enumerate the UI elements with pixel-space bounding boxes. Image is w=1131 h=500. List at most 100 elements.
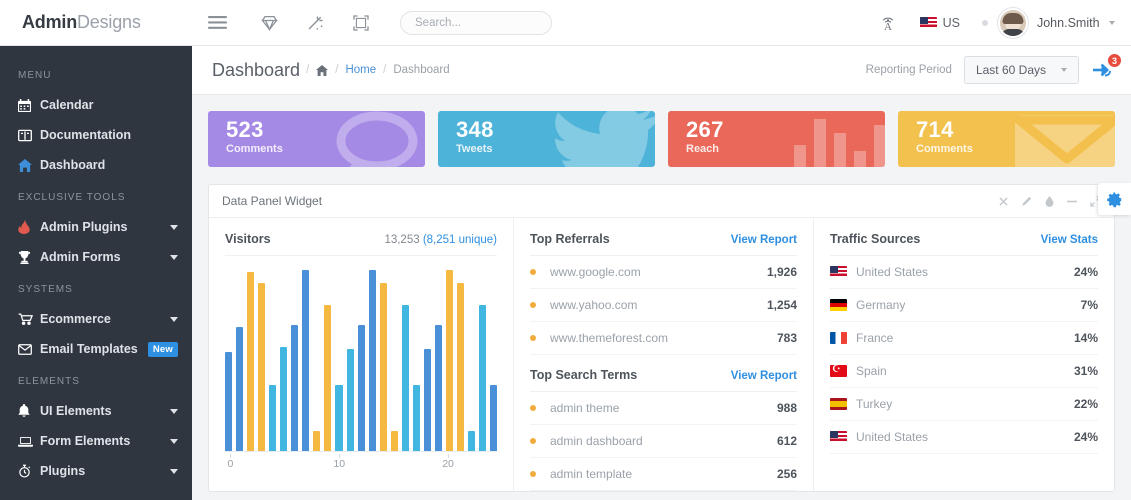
chart-bar bbox=[335, 385, 343, 451]
panel-title: Data Panel Widget bbox=[222, 194, 323, 208]
avatar-body bbox=[1000, 28, 1025, 36]
list-item[interactable]: United States 24% bbox=[830, 256, 1098, 289]
sidebar-item-label: UI Elements bbox=[40, 404, 112, 418]
referrals-view-report-link[interactable]: View Report bbox=[731, 234, 797, 246]
magic-wand-icon[interactable] bbox=[298, 6, 332, 40]
avatar-hair bbox=[1002, 12, 1024, 24]
brand-logo[interactable]: AdminDesigns bbox=[0, 12, 192, 33]
referrals-header: Top Referrals View Report bbox=[530, 232, 797, 256]
chevron-down-icon bbox=[170, 224, 178, 230]
list-item[interactable]: www.yahoo.com 1,254 bbox=[530, 289, 797, 322]
list-item[interactable]: France 14% bbox=[830, 322, 1098, 355]
chart-x-tick: 10 bbox=[333, 454, 345, 470]
list-item-value: 256 bbox=[776, 467, 797, 481]
chart-bar bbox=[291, 324, 299, 451]
bullet-icon bbox=[530, 302, 536, 308]
chart-bar bbox=[490, 385, 498, 451]
sidebar-item-calendar[interactable]: Calendar bbox=[0, 90, 192, 120]
sidebar-item-admin-forms[interactable]: Admin Forms bbox=[0, 242, 192, 272]
list-item-label: www.themeforest.com bbox=[550, 331, 669, 345]
bullet-icon bbox=[530, 269, 536, 275]
us-flag-icon bbox=[830, 266, 847, 278]
diamond-icon[interactable] bbox=[252, 6, 286, 40]
search-terms-view-report-link[interactable]: View Report bbox=[731, 370, 797, 382]
minimize-icon[interactable] bbox=[1067, 200, 1077, 203]
laptop-icon bbox=[18, 436, 40, 447]
stat-card-value: 348 bbox=[456, 117, 494, 142]
chart-bar bbox=[346, 348, 354, 451]
sidebar-item-ui-elements[interactable]: UI Elements bbox=[0, 396, 192, 426]
list-item[interactable]: admin dashboard 612 bbox=[530, 425, 797, 458]
sidebar-item-dashboard[interactable]: Dashboard bbox=[0, 150, 192, 180]
theme-settings-button[interactable] bbox=[1098, 183, 1131, 215]
stat-card-label: Reach bbox=[686, 142, 720, 155]
color-icon[interactable] bbox=[1045, 195, 1054, 207]
fullscreen-icon[interactable] bbox=[344, 6, 378, 40]
traffic-title: Traffic Sources bbox=[830, 232, 921, 246]
page-title: Dashboard bbox=[212, 59, 301, 80]
list-item[interactable]: United States 24% bbox=[830, 421, 1098, 454]
list-item[interactable]: www.themeforest.com 783 bbox=[530, 322, 797, 355]
list-item-label: Germany bbox=[856, 298, 906, 312]
top-navbar: AdminDesigns Search... A US John.Smith bbox=[0, 0, 1131, 46]
list-item[interactable]: Spain 31% bbox=[830, 355, 1098, 388]
visitors-header: Visitors 13,253 (8,251 unique) bbox=[225, 232, 497, 256]
chevron-down-icon bbox=[1109, 21, 1115, 26]
stat-card[interactable]: 523 Comments bbox=[208, 111, 425, 167]
chart-bar bbox=[269, 385, 277, 451]
sidebar-item-form-elements[interactable]: Form Elements bbox=[0, 426, 192, 456]
brand-bold: Admin bbox=[22, 12, 77, 32]
stat-card[interactable]: 714 Comments bbox=[898, 111, 1115, 167]
bullet-icon bbox=[530, 471, 536, 477]
sidebar-item-email-templates[interactable]: Email Templates New bbox=[0, 334, 192, 364]
sidebar-item-label: Admin Plugins bbox=[40, 220, 128, 234]
topbar-right-group: A US John.Smith bbox=[868, 7, 1131, 38]
chevron-down-icon bbox=[170, 468, 178, 474]
stat-card[interactable]: 267 Reach bbox=[668, 111, 885, 167]
visitors-meta: 13,253 (8,251 unique) bbox=[384, 234, 497, 246]
page-header-actions: Reporting Period Last 60 Days 3 bbox=[866, 53, 1122, 84]
data-panel-widget: Data Panel Widget Visitors 13,253 (8,251… bbox=[208, 184, 1115, 492]
breadcrumb-home-link[interactable]: Home bbox=[345, 64, 376, 76]
chart-bar bbox=[357, 324, 365, 451]
list-item[interactable]: admin theme 988 bbox=[530, 392, 797, 425]
sidebar-item-ecommerce[interactable]: Ecommerce bbox=[0, 304, 192, 334]
stat-card-label: Comments bbox=[916, 142, 973, 155]
chevron-down-icon bbox=[170, 438, 178, 444]
sidebar-item-plugins[interactable]: Plugins bbox=[0, 456, 192, 486]
sidebar-item-documentation[interactable]: Documentation bbox=[0, 120, 192, 150]
traffic-header: Traffic Sources View Stats bbox=[830, 232, 1098, 256]
list-item[interactable]: www.google.com 1,926 bbox=[530, 256, 797, 289]
list-item[interactable]: Germany 7% bbox=[830, 289, 1098, 322]
list-item-value: 612 bbox=[776, 434, 797, 448]
traffic-view-stats-link[interactable]: View Stats bbox=[1041, 234, 1098, 246]
notifications-button[interactable]: 3 bbox=[1091, 53, 1122, 80]
sidebar-item-label: Admin Forms bbox=[40, 250, 121, 264]
sidebar-group-heading: ELEMENTS bbox=[18, 376, 80, 387]
close-icon[interactable] bbox=[999, 196, 1008, 206]
avatar[interactable] bbox=[997, 7, 1028, 38]
list-item[interactable]: Turkey 22% bbox=[830, 388, 1098, 421]
list-item-value: 988 bbox=[776, 401, 797, 415]
search-input[interactable]: Search... bbox=[400, 10, 552, 35]
list-item-label: United States bbox=[856, 430, 929, 444]
broadcast-icon[interactable]: A bbox=[868, 13, 908, 32]
stat-card[interactable]: 348 Tweets bbox=[438, 111, 655, 167]
chart-bar bbox=[368, 270, 376, 451]
sidebar-item-label: Documentation bbox=[40, 128, 131, 142]
sidebar-item-admin-plugins[interactable]: Admin Plugins bbox=[0, 212, 192, 242]
edit-icon[interactable] bbox=[1021, 196, 1032, 207]
chart-bar bbox=[434, 324, 442, 451]
content-scroll-area: 523 Comments 348 Tweets 267 Reach 714 Comments … bbox=[192, 95, 1131, 500]
chart-bar bbox=[468, 430, 476, 451]
referrals-title: Top Referrals bbox=[530, 232, 610, 246]
list-item[interactable]: admin template 256 bbox=[530, 458, 797, 491]
traffic-column: Traffic Sources View Stats United States… bbox=[814, 218, 1114, 491]
user-menu[interactable]: John.Smith bbox=[1037, 16, 1115, 30]
referrals-list: www.google.com 1,926 www.yahoo.com 1,254 www… bbox=[530, 256, 797, 355]
home-icon[interactable] bbox=[316, 64, 329, 76]
search-terms-list: admin theme 988 admin dashboard 612 admin te… bbox=[530, 392, 797, 491]
hamburger-icon[interactable] bbox=[200, 6, 234, 40]
reporting-period-select[interactable]: Last 60 Days bbox=[963, 56, 1079, 84]
language-selector[interactable]: US bbox=[908, 16, 972, 30]
